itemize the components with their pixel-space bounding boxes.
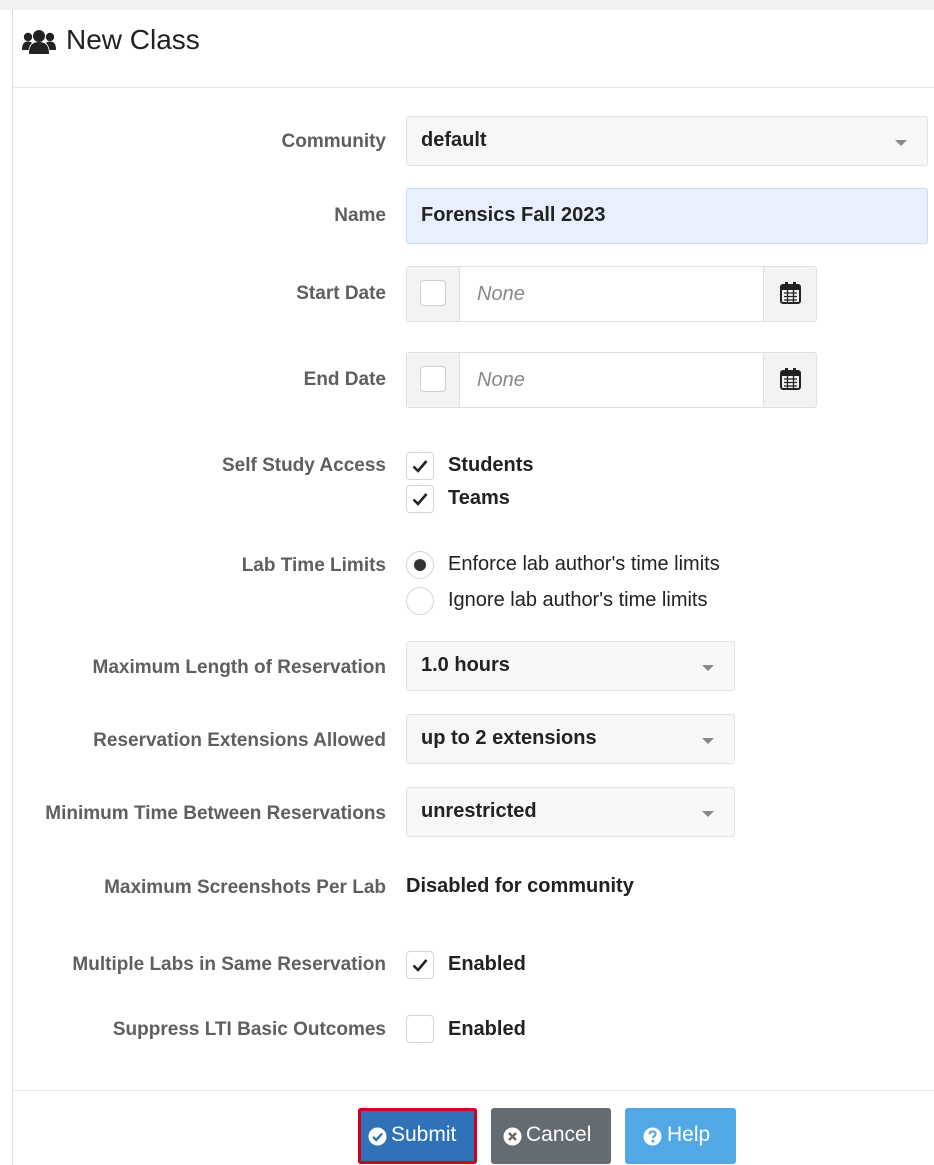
start-date-input[interactable]: None (477, 283, 525, 306)
end-date-field: None (406, 352, 817, 408)
radio-selected-dot (414, 559, 426, 571)
teams-label: Teams (448, 487, 510, 509)
chevron-down-icon (702, 738, 714, 744)
form-panel (12, 10, 934, 1165)
suppress-lti-option-label: Enabled (448, 1018, 526, 1040)
multiple-labs-checkbox[interactable] (406, 951, 434, 979)
end-date-toggle-cell (407, 353, 460, 407)
end-date-input[interactable]: None (477, 369, 525, 392)
min-between-label: Minimum Time Between Reservations (45, 803, 386, 824)
name-label: Name (334, 205, 386, 226)
top-strip (0, 0, 934, 10)
cancel-button[interactable]: Cancel (491, 1108, 611, 1164)
teams-checkbox[interactable] (406, 485, 434, 513)
page-title: New Class (66, 24, 200, 55)
suppress-lti-checkbox[interactable] (406, 1015, 434, 1043)
calendar-icon (780, 368, 801, 390)
lab-time-limits-label: Lab Time Limits (241, 555, 386, 576)
multiple-labs-label: Multiple Labs in Same Reservation (72, 954, 386, 975)
max-reservation-select[interactable]: 1.0 hours (406, 641, 735, 691)
question-circle-icon (643, 1127, 662, 1146)
suppress-lti-label: Suppress LTI Basic Outcomes (112, 1019, 386, 1040)
max-screenshots-value: Disabled for community (406, 875, 634, 897)
community-select[interactable]: default (406, 116, 928, 166)
calendar-icon (780, 282, 801, 304)
end-date-label: End Date (303, 369, 386, 390)
ignore-time-limits-radio[interactable] (406, 587, 434, 615)
users-icon (22, 28, 56, 56)
max-reservation-value: 1.0 hours (421, 654, 510, 676)
times-circle-icon (503, 1127, 522, 1146)
check-circle-icon (368, 1127, 387, 1146)
chevron-down-icon (895, 140, 907, 146)
chevron-down-icon (702, 665, 714, 671)
min-between-value: unrestricted (421, 800, 537, 822)
start-date-label: Start Date (296, 283, 386, 304)
check-icon (412, 959, 428, 972)
chevron-down-icon (702, 811, 714, 817)
students-checkbox[interactable] (406, 452, 434, 480)
start-date-field: None (406, 266, 817, 322)
enforce-time-limits-radio[interactable] (406, 551, 434, 579)
extensions-value: up to 2 extensions (421, 727, 597, 749)
start-date-calendar-button[interactable] (763, 267, 816, 321)
self-study-label: Self Study Access (221, 455, 386, 476)
start-date-toggle-cell (407, 267, 460, 321)
start-date-checkbox[interactable] (420, 280, 446, 306)
submit-button[interactable]: Submit (358, 1108, 477, 1164)
extensions-label: Reservation Extensions Allowed (93, 730, 386, 751)
ignore-time-limits-label: Ignore lab author's time limits (448, 589, 708, 611)
check-icon (412, 460, 428, 473)
panel-header: New Class (12, 10, 934, 88)
help-label: Help (667, 1123, 711, 1146)
cancel-label: Cancel (526, 1123, 592, 1146)
check-icon (412, 493, 428, 506)
end-date-calendar-button[interactable] (763, 353, 816, 407)
max-reservation-label: Maximum Length of Reservation (92, 657, 387, 678)
multiple-labs-option-label: Enabled (448, 953, 526, 975)
end-date-checkbox[interactable] (420, 366, 446, 392)
footer-divider (12, 1090, 934, 1091)
help-button[interactable]: Help (625, 1108, 736, 1164)
min-between-select[interactable]: unrestricted (406, 787, 735, 837)
submit-label: Submit (391, 1123, 457, 1146)
name-input[interactable]: Forensics Fall 2023 (406, 188, 928, 244)
extensions-select[interactable]: up to 2 extensions (406, 714, 735, 764)
community-value: default (421, 129, 487, 151)
community-label: Community (281, 131, 387, 152)
enforce-time-limits-label: Enforce lab author's time limits (448, 553, 720, 575)
max-screenshots-label: Maximum Screenshots Per Lab (104, 877, 386, 898)
students-label: Students (448, 454, 534, 476)
